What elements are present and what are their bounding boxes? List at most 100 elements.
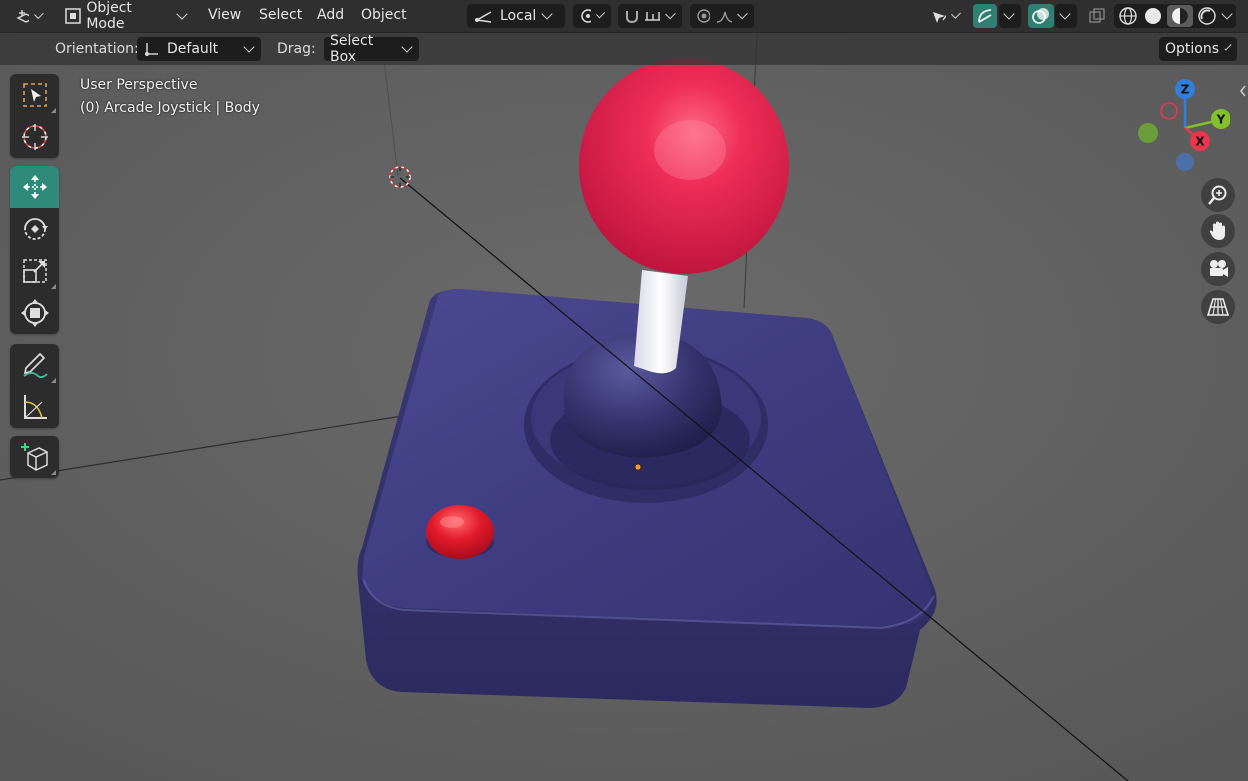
select-box-icon xyxy=(22,83,47,107)
gizmo-label-x: X xyxy=(1195,135,1205,149)
toolbar-group-add xyxy=(10,436,59,478)
proportional-editing-controls[interactable] xyxy=(690,4,754,28)
chevron-down-icon xyxy=(595,9,606,19)
drag-label: Drag: xyxy=(277,41,316,57)
local-orientation-icon xyxy=(475,11,492,23)
shading-mode-group[interactable] xyxy=(1114,4,1236,28)
options-dropdown[interactable]: Options xyxy=(1159,37,1237,61)
pan-button[interactable] xyxy=(1201,214,1235,248)
gizmo-neg-x[interactable] xyxy=(1160,102,1178,120)
orientation-axes-icon xyxy=(145,43,158,56)
menu-select[interactable]: Select xyxy=(259,7,302,23)
tool-variants-indicator xyxy=(51,284,56,289)
chevron-down-icon xyxy=(1224,43,1232,51)
pivot-point-dropdown[interactable] xyxy=(573,4,611,28)
mode-dropdown[interactable]: Object Mode xyxy=(58,0,194,32)
proportional-editing-icon xyxy=(697,9,710,23)
chevron-down-icon xyxy=(1221,8,1233,20)
ball-highlight xyxy=(654,120,726,180)
tool-settings-bar: Orientation: Default Drag: Select Box Op… xyxy=(0,33,1248,65)
zoom-magnifier-icon xyxy=(1208,185,1227,205)
chevron-down-icon xyxy=(665,8,676,20)
menu-object[interactable]: Object xyxy=(361,7,407,23)
overlays-toggle[interactable] xyxy=(1028,4,1054,28)
tool-move[interactable] xyxy=(10,166,59,208)
gizmo-neg-y[interactable] xyxy=(1138,123,1158,143)
orientation-dropdown[interactable]: Default xyxy=(137,37,261,61)
viewport-header: Object Mode View Select Add Object Local xyxy=(0,0,1248,33)
gizmo-toggle[interactable] xyxy=(973,4,997,28)
overlays-icon xyxy=(1032,8,1049,24)
orientation-value: Local xyxy=(500,8,537,24)
mode-label: Object Mode xyxy=(86,0,132,32)
object-mode-icon xyxy=(65,8,81,24)
zoom-button[interactable] xyxy=(1201,178,1235,212)
active-object-label: (0) Arcade Joystick | Body xyxy=(80,100,260,116)
toolbar-group-transform xyxy=(10,166,59,334)
chevron-down-icon xyxy=(243,41,255,53)
chevron-down-icon xyxy=(401,41,413,53)
solid-shading-icon[interactable] xyxy=(1142,5,1164,27)
options-label: Options xyxy=(1165,41,1220,57)
gizmo-neg-z[interactable] xyxy=(1176,153,1194,171)
gizmo-label-y: Y xyxy=(1216,113,1226,127)
visibility-dropdown[interactable] xyxy=(925,4,967,28)
sidebar-toggle[interactable] xyxy=(1238,82,1248,100)
cursor-icon xyxy=(21,124,48,150)
move-icon xyxy=(22,175,47,199)
wireframe-shading-icon[interactable] xyxy=(1117,5,1139,27)
joystick-red-button xyxy=(426,505,494,559)
tool-cursor[interactable] xyxy=(10,116,59,158)
transform-icon xyxy=(20,299,49,327)
annotate-pencil-icon xyxy=(22,352,48,379)
gizmo-dropdown[interactable] xyxy=(999,4,1021,28)
chevron-down-icon xyxy=(1003,8,1015,20)
tool-select-box[interactable] xyxy=(10,74,59,116)
add-cube-icon xyxy=(20,443,48,471)
xray-icon xyxy=(1089,8,1105,23)
scale-icon xyxy=(22,259,47,283)
blender-3d-viewport[interactable]: Object Mode View Select Add Object Local xyxy=(0,0,1248,781)
hand-pan-icon xyxy=(1209,221,1225,240)
button-highlight xyxy=(440,516,464,528)
rendered-shading-icon[interactable] xyxy=(1196,5,1218,27)
3d-cursor[interactable] xyxy=(389,166,411,188)
chevron-down-icon xyxy=(737,8,748,20)
tool-rotate[interactable] xyxy=(10,208,59,250)
drag-value: Select Box xyxy=(330,33,374,65)
chevron-left-icon xyxy=(1240,85,1246,97)
transform-orientation-dropdown[interactable]: Local xyxy=(467,4,565,28)
material-preview-shading-icon[interactable] xyxy=(1167,5,1193,27)
tool-annotate[interactable] xyxy=(10,344,59,386)
chevron-down-icon xyxy=(541,8,553,20)
menu-add[interactable]: Add xyxy=(317,7,344,23)
snap-increment-icon xyxy=(644,12,660,21)
gizmo-icon xyxy=(978,9,992,23)
chevron-down-icon xyxy=(1059,8,1071,20)
tool-scale[interactable] xyxy=(10,250,59,292)
tool-variants-indicator xyxy=(51,470,56,475)
projection-toggle-button[interactable] xyxy=(1201,290,1235,324)
tool-variants-indicator xyxy=(51,378,56,383)
camera-icon xyxy=(1210,260,1228,277)
camera-view-button[interactable] xyxy=(1201,252,1235,286)
view-perspective-label: User Perspective xyxy=(80,77,198,93)
measure-ruler-icon xyxy=(23,395,47,419)
drag-dropdown[interactable]: Select Box xyxy=(324,33,419,65)
overlays-dropdown[interactable] xyxy=(1055,4,1077,28)
grid-axis-line xyxy=(0,415,403,481)
tool-measure[interactable] xyxy=(10,386,59,428)
menu-view[interactable]: View xyxy=(208,7,241,23)
chevron-down-icon xyxy=(176,8,188,20)
toolbar-group-annotate xyxy=(10,344,59,428)
tool-add-cube[interactable] xyxy=(10,436,59,478)
viewport-scene[interactable] xyxy=(0,0,1248,781)
tool-transform[interactable] xyxy=(10,292,59,334)
navigation-gizmo[interactable]: Z Y X xyxy=(1130,76,1230,176)
grid-axis-line xyxy=(383,59,399,177)
selectability-icon xyxy=(933,12,946,23)
snapping-controls[interactable] xyxy=(618,4,682,28)
editor-type-button[interactable] xyxy=(10,4,50,28)
pivot-point-icon xyxy=(581,9,591,23)
xray-toggle[interactable] xyxy=(1085,4,1109,28)
